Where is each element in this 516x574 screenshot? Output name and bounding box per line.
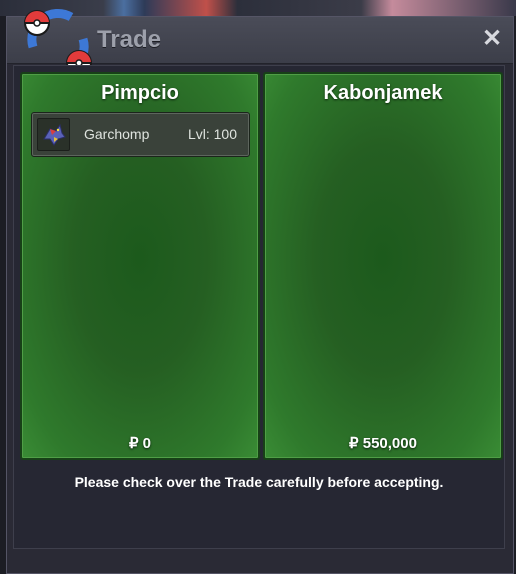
offered-pokemon-row[interactable]: Garchomp Lvl: 100 bbox=[31, 112, 250, 157]
pokemon-name: Garchomp bbox=[84, 126, 150, 142]
trade-notice: Please check over the Trade carefully be… bbox=[74, 474, 444, 490]
trade-panel-partner: Kabonjamek ₽ 550,000 bbox=[263, 72, 503, 460]
trade-panel-player: Pimpcio Garchomp Lvl: 100 ₽ 0 bbox=[20, 72, 260, 460]
window-title: Trade bbox=[97, 26, 162, 53]
pokemon-level: Lvl: 100 bbox=[187, 126, 237, 142]
trade-window: Trade ✕ Pimpcio Garchomp Lvl: 100 ₽ 0 Ka… bbox=[6, 8, 514, 574]
garchomp-sprite-icon bbox=[37, 118, 70, 151]
player-name: Pimpcio bbox=[101, 82, 179, 104]
trade-content: Pimpcio Garchomp Lvl: 100 ₽ 0 Kabonjamek… bbox=[13, 65, 505, 549]
close-icon[interactable]: ✕ bbox=[479, 26, 505, 52]
partner-money: ₽ 550,000 bbox=[349, 435, 417, 452]
player-money: ₽ 0 bbox=[128, 435, 152, 452]
partner-name: Kabonjamek bbox=[323, 82, 443, 104]
